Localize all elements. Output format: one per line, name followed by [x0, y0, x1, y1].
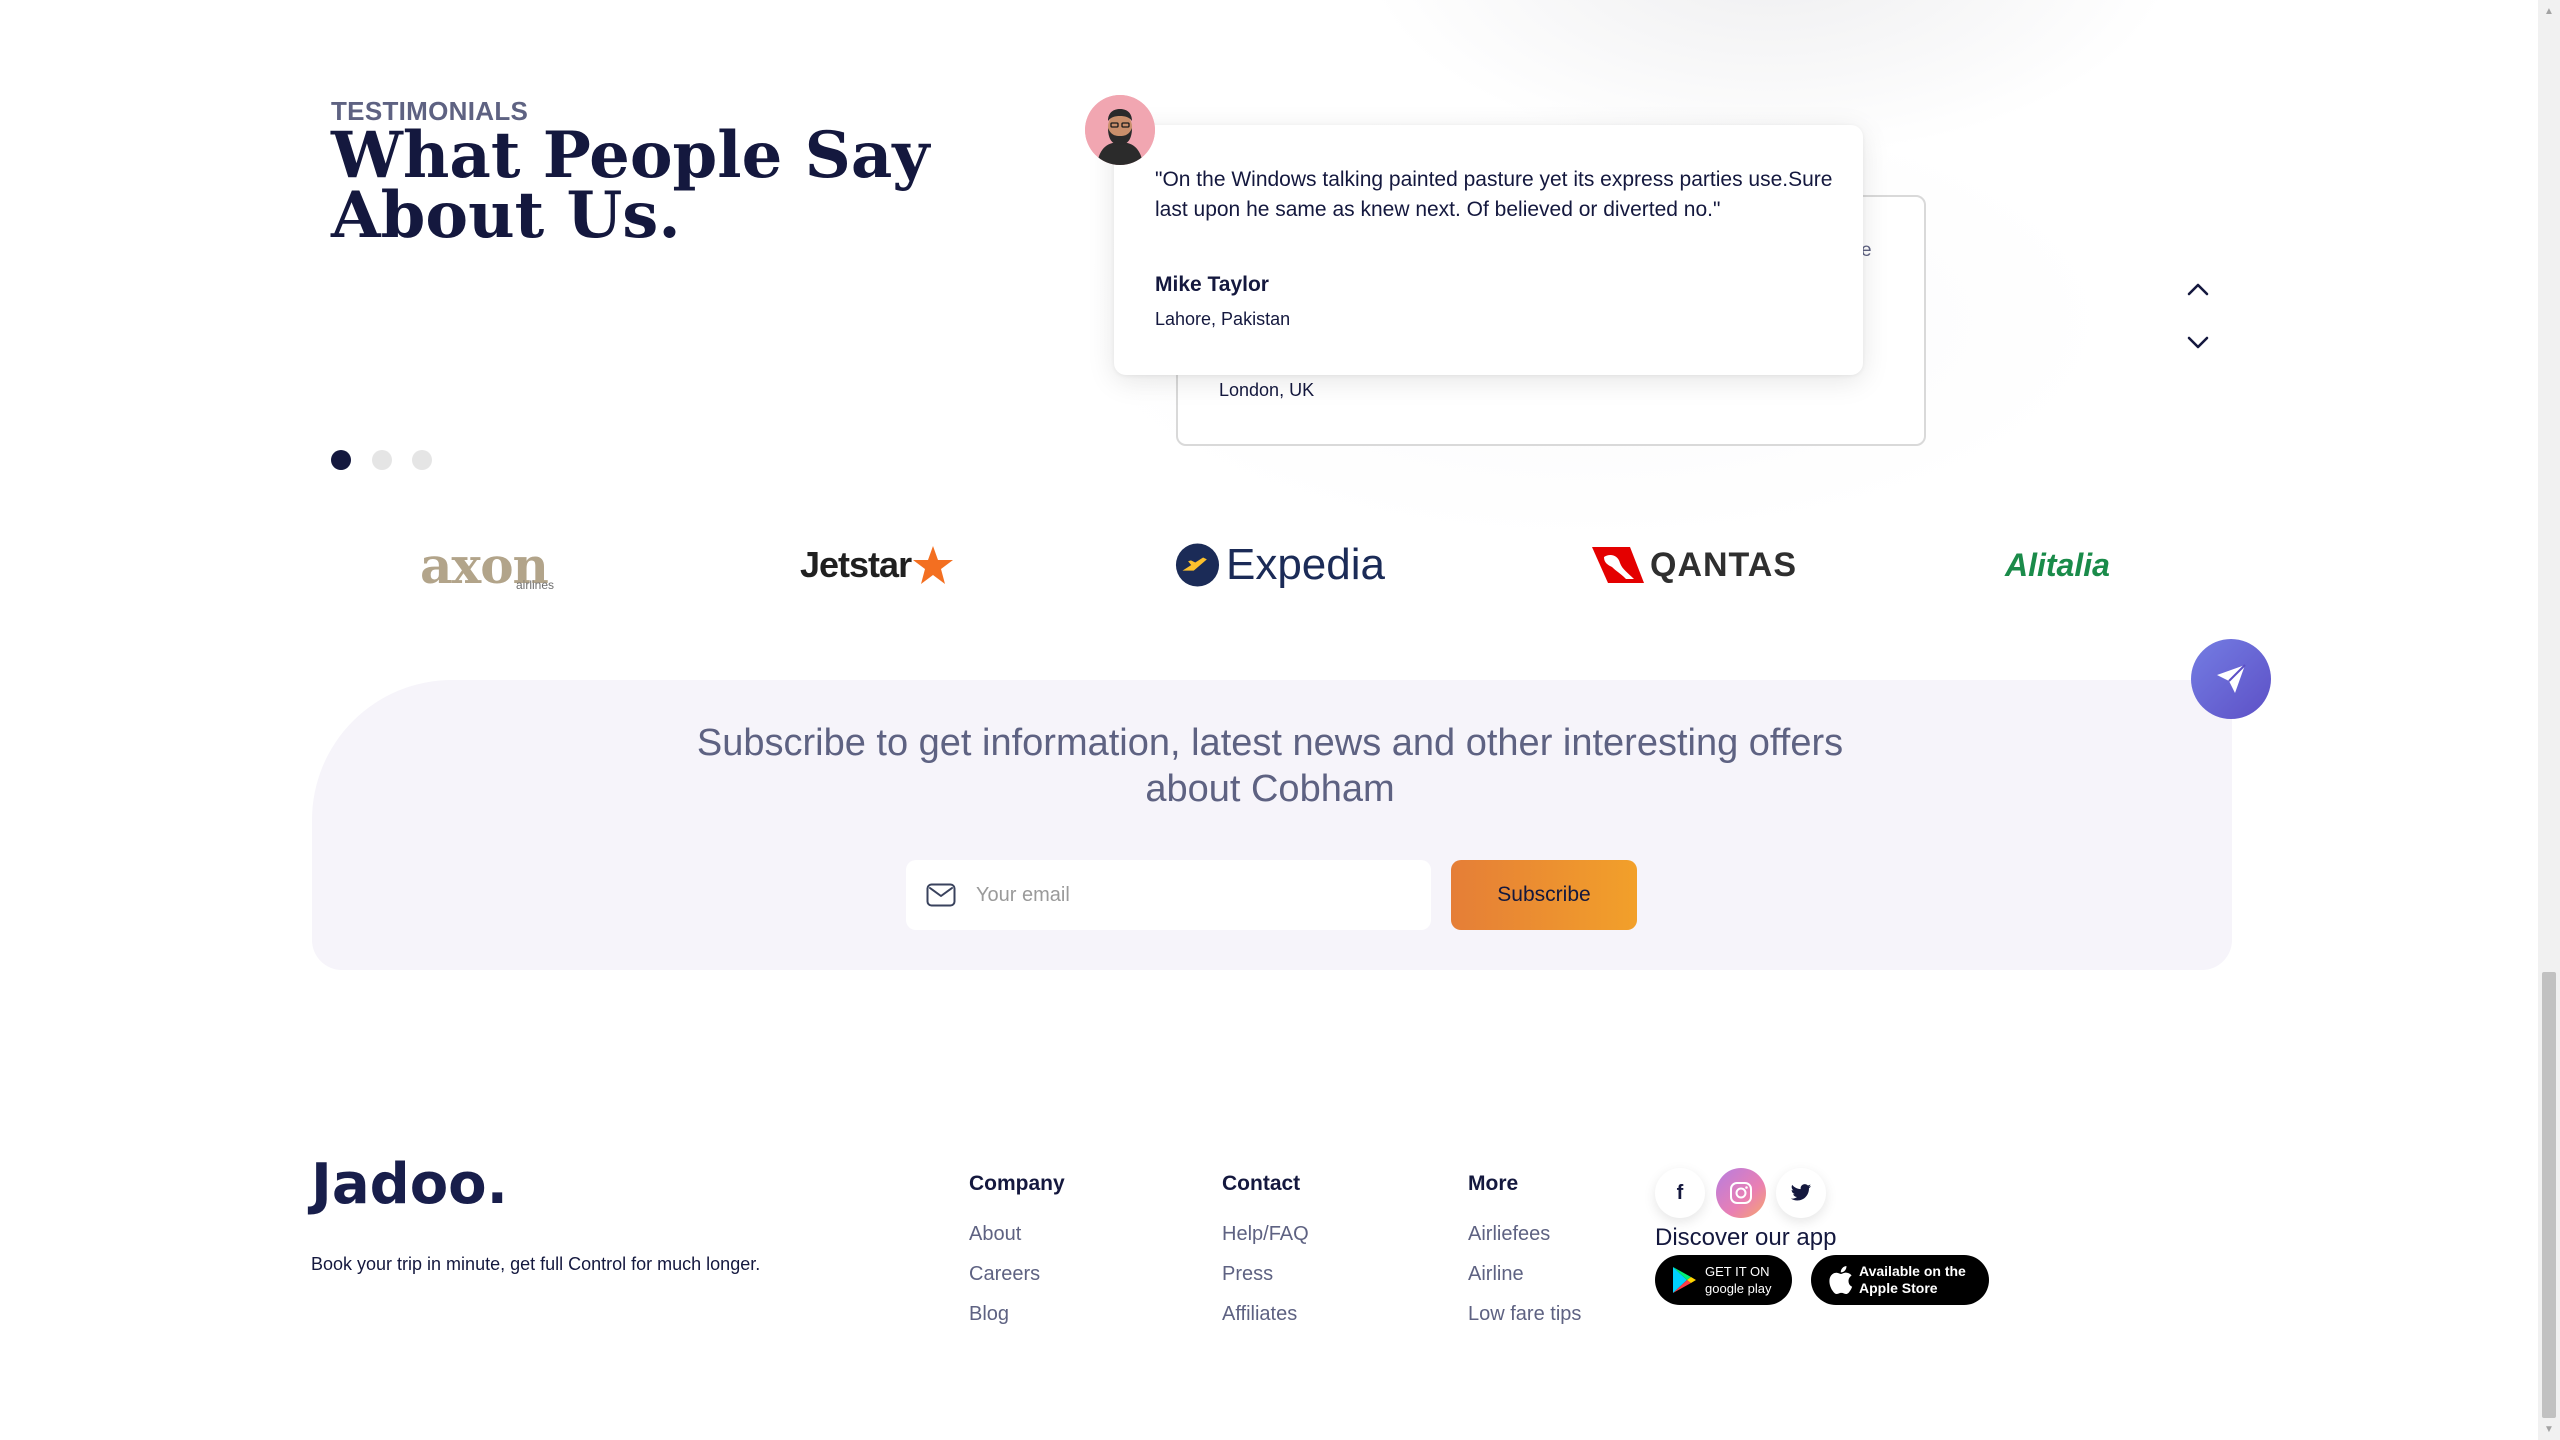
send-badge [2191, 639, 2271, 719]
google-play-line1: GET IT ON [1705, 1264, 1770, 1279]
scroll-up-arrow-icon[interactable]: ▲ [2538, 0, 2560, 22]
page-scrollbar[interactable]: ▲ ▼ [2538, 0, 2560, 1440]
testimonial-card-front: "On the Windows talking painted pasture … [1114, 125, 1863, 375]
partner-logo-qantas: QANTAS [1590, 530, 1800, 600]
facebook-button[interactable]: f [1655, 1168, 1705, 1218]
qantas-wordmark: QANTAS [1650, 545, 1798, 584]
google-play-line2: google play [1705, 1281, 1772, 1296]
instagram-button[interactable] [1716, 1168, 1766, 1218]
avatar-portrait [1085, 95, 1155, 165]
footer-link-airliefees[interactable]: Airliefees [1468, 1223, 1550, 1246]
app-store-text: Available on the Apple Store [1859, 1263, 1966, 1297]
footer-column-title-more: More [1468, 1172, 1519, 1195]
alitalia-wordmark: Alitalia [2005, 546, 2110, 583]
send-icon [2217, 664, 2246, 693]
partner-logo-jetstar: Jetstar [800, 530, 960, 600]
chevron-down-icon [2187, 336, 2209, 349]
footer-column-title-contact: Contact [1222, 1172, 1301, 1195]
jetstar-star-icon [913, 546, 954, 584]
axon-subtitle: airlines [516, 578, 555, 592]
footer-link-affiliates[interactable]: Affiliates [1222, 1303, 1297, 1326]
apple-icon [1829, 1266, 1853, 1295]
subscribe-title: Subscribe to get information, latest new… [696, 722, 1844, 810]
partner-logo-alitalia: Alitalia [2005, 530, 2135, 600]
footer-link-help-faq[interactable]: Help/FAQ [1222, 1223, 1309, 1246]
testimonial-back-location: London, UK [1219, 380, 1315, 400]
testimonial-quote: "On the Windows talking painted pasture … [1155, 168, 1833, 221]
carousel-dot-1[interactable] [331, 450, 351, 470]
page: TESTIMONIALS What People Say About Us. e… [0, 0, 2560, 1440]
google-play-button[interactable]: GET IT ON google play [1655, 1255, 1792, 1305]
testimonial-author-location: Lahore, Pakistan [1155, 309, 1291, 329]
footer-link-airline[interactable]: Airline [1468, 1263, 1524, 1286]
brand-tagline: Book your trip in minute, get full Contr… [311, 1254, 761, 1274]
footer-link-blog[interactable]: Blog [969, 1303, 1009, 1326]
carousel-dot-2[interactable] [372, 450, 392, 470]
testimonial-prev-button[interactable] [2180, 272, 2216, 308]
qantas-kangaroo-icon [1592, 547, 1644, 583]
subscribe-button[interactable]: Subscribe [1451, 860, 1637, 930]
scrollbar-thumb[interactable] [2542, 972, 2556, 1418]
expedia-wordmark: Expedia [1225, 540, 1385, 589]
app-store-button[interactable]: Available on the Apple Store [1811, 1255, 1989, 1305]
google-play-icon [1673, 1267, 1696, 1293]
discover-app-label: Discover our app [1655, 1224, 1837, 1251]
avatar [1085, 95, 1155, 165]
footer-link-low-fare-tips[interactable]: Low fare tips [1468, 1303, 1581, 1326]
facebook-icon: f [1676, 1181, 1684, 1204]
testimonial-next-button[interactable] [2180, 324, 2216, 360]
instagram-icon [1730, 1182, 1752, 1204]
chevron-up-icon [2187, 283, 2209, 296]
footer-link-press[interactable]: Press [1222, 1263, 1273, 1286]
email-input[interactable] [974, 882, 1408, 908]
mail-icon [926, 883, 956, 907]
twitter-icon [1790, 1184, 1812, 1201]
footer-column-title-company: Company [969, 1172, 1065, 1195]
app-store-line1: Available on the [1859, 1263, 1966, 1279]
footer-link-about[interactable]: About [969, 1223, 1021, 1246]
brand-logo[interactable]: Jadoo. [311, 1152, 508, 1217]
app-store-line2: Apple Store [1859, 1280, 1938, 1296]
expedia-globe-icon [1175, 543, 1220, 587]
scroll-down-arrow-icon[interactable]: ▼ [2538, 1418, 2560, 1440]
testimonial-author: Mike Taylor [1155, 273, 1269, 296]
email-field[interactable] [906, 860, 1431, 930]
twitter-button[interactable] [1776, 1168, 1826, 1218]
carousel-dot-3[interactable] [412, 450, 432, 470]
google-play-text: GET IT ON google play [1705, 1263, 1772, 1297]
section-heading: What People Say About Us. [331, 118, 930, 253]
footer-link-careers[interactable]: Careers [969, 1263, 1040, 1286]
partner-logo-axon: axon airlines [420, 530, 580, 600]
partner-logo-expedia: Expedia [1175, 530, 1385, 600]
jetstar-wordmark: Jetstar [800, 544, 912, 585]
